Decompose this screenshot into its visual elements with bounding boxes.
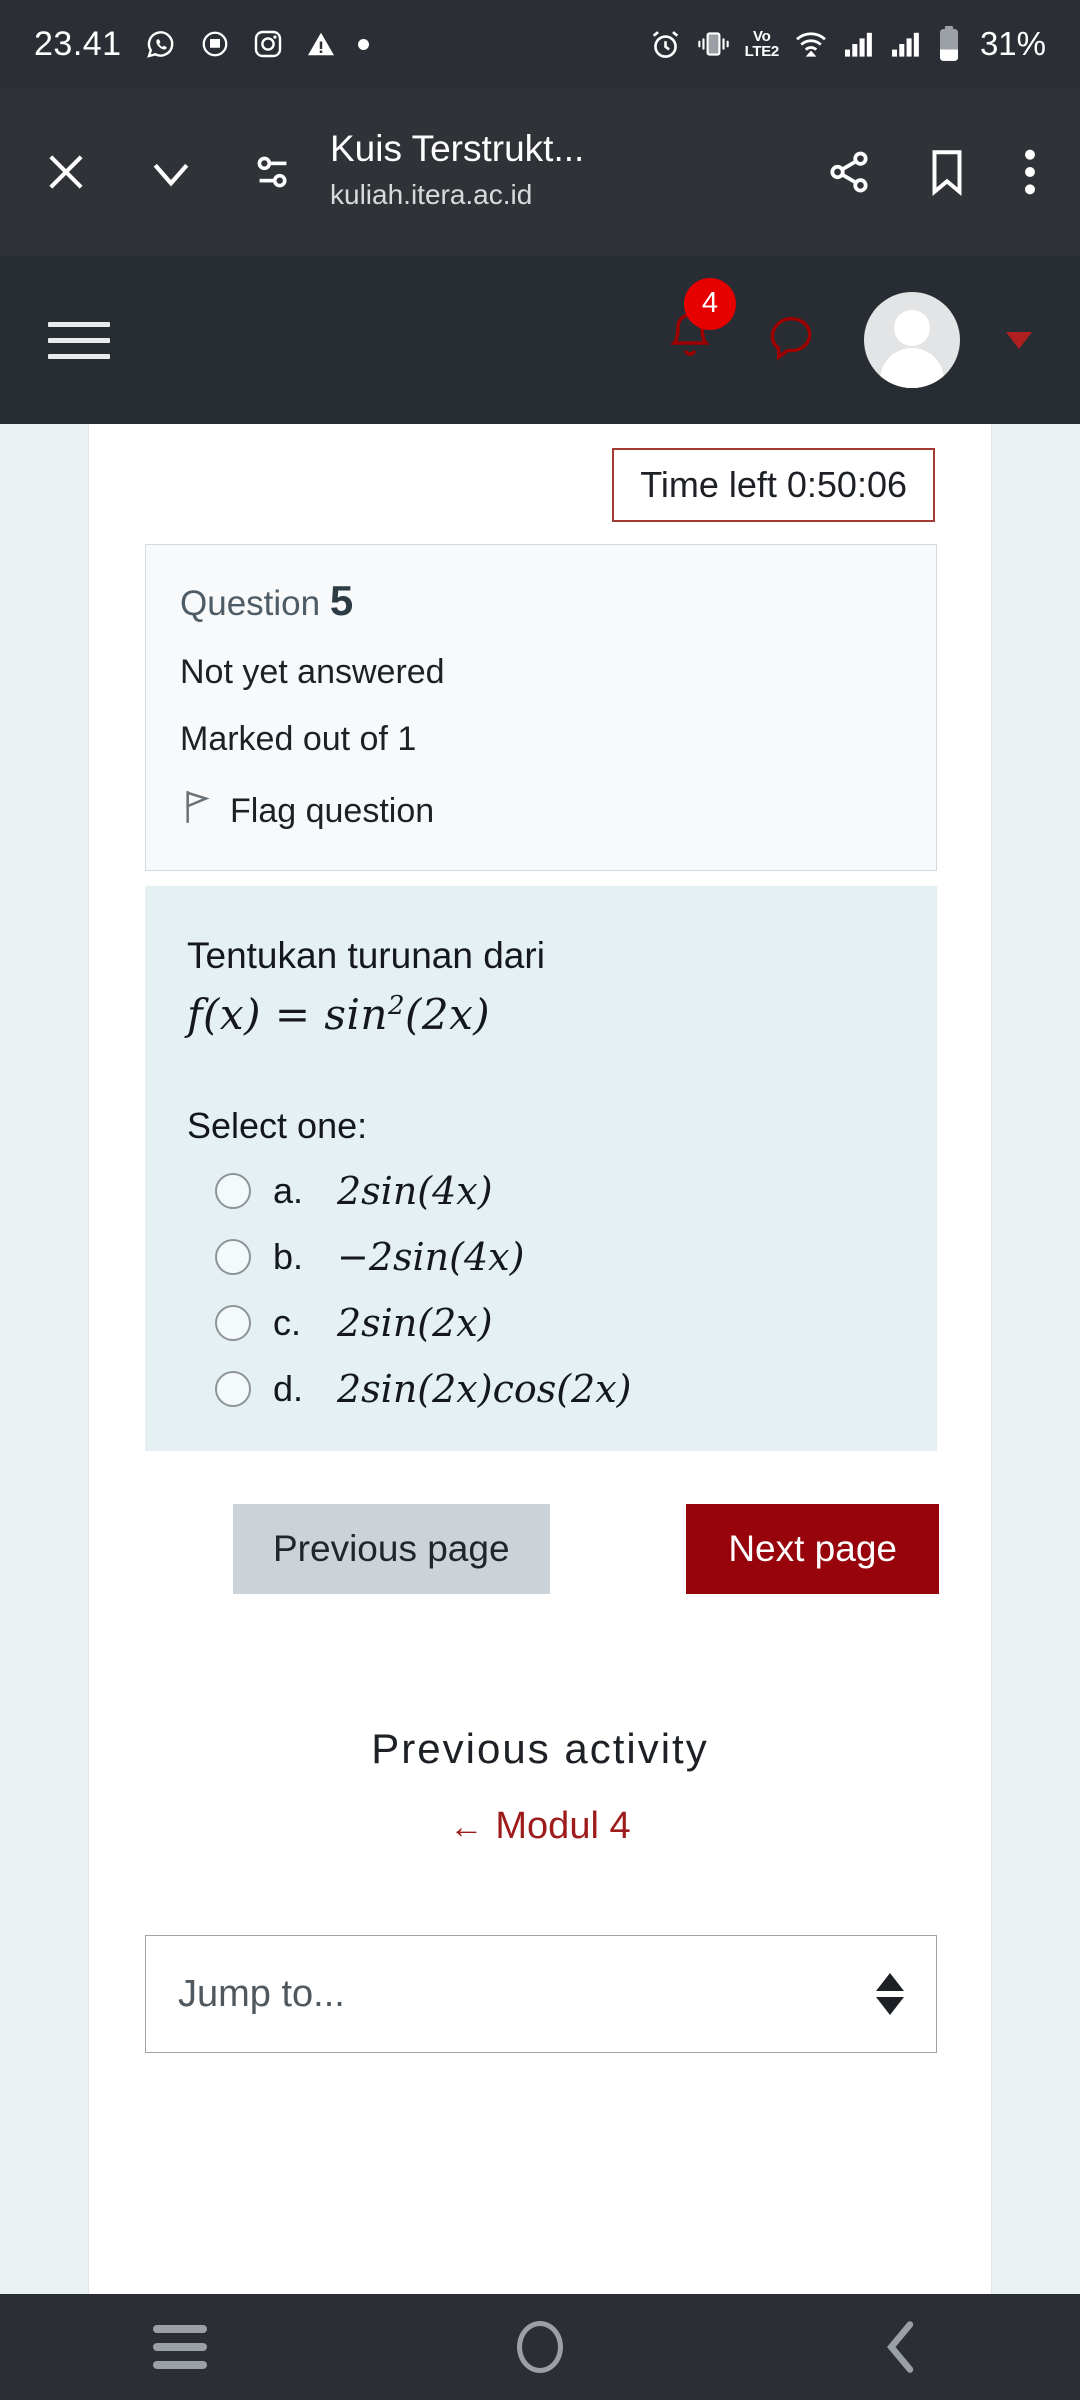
select-arrows-icon [876,1973,904,2015]
bell-icon[interactable]: 4 [662,277,736,373]
status-bar-right: Vo LTE2 31% [649,25,1046,63]
bookmark-icon[interactable] [924,147,970,197]
previous-activity-link[interactable]: ← Modul 4 [89,1805,991,1848]
quiz-navigation-buttons: Previous page Next page [145,1504,939,1624]
page-title: Kuis Terstrukt... [330,127,585,169]
question-body: Tentukan turunan dari f(x) = sin2(2x) Se… [145,886,937,1452]
answer-letter-a: a. [273,1170,304,1212]
battery-icon [937,26,961,62]
dot-icon [357,38,369,50]
battery-percentage: 31% [979,25,1046,62]
answer-letter-b: b. [273,1236,304,1278]
back-chevron-icon[interactable] [720,2317,1080,2377]
radio-d[interactable] [215,1371,251,1408]
page-content: Time left 0:50:06 Question 5 Not yet ans… [0,424,1080,2294]
signal-icon-2 [890,30,922,58]
phone-screen: 23.41 Vo LTE2 31% Kuis Terstrukt... kuli… [0,0,1080,2400]
question-number: 5 [329,577,354,624]
answer-option-d[interactable]: d. 2sin(2x)cos(2x) [187,1367,895,1411]
answer-option-a[interactable]: a. 2sin(4x) [187,1169,895,1213]
browser-custom-tab-bar: Kuis Terstrukt... kuliah.itera.ac.id [0,88,1080,256]
question-number-line: Question 5 [180,577,902,625]
status-bar-clock: 23.41 [34,24,122,63]
formula-prefix: f(x) = sin [187,990,388,1040]
notification-badge: 4 [684,277,736,330]
flag-question-button[interactable]: Flag question [180,787,902,836]
volte-icon: Vo LTE2 [744,28,780,60]
download-icon [200,29,230,59]
answer-option-c[interactable]: c. 2sin(2x) [187,1301,895,1345]
formula-suffix: (2x) [405,990,491,1040]
previous-activity-link-label: Modul 4 [495,1805,631,1847]
recents-icon[interactable] [0,2325,360,2369]
radio-c[interactable] [215,1305,251,1342]
hamburger-menu-icon[interactable] [48,321,110,359]
chevron-down-icon[interactable] [144,145,198,199]
answer-text-a: 2sin(4x) [337,1169,493,1214]
radio-a[interactable] [215,1173,251,1210]
share-icon[interactable] [824,147,874,197]
user-avatar[interactable] [864,292,960,388]
instagram-icon [252,28,284,60]
close-icon[interactable] [40,146,92,198]
answer-state: Not yet answered [180,653,445,691]
answer-options: a. 2sin(4x) b. −2sin(4x) c. 2sin(2x) d. … [187,1169,895,1411]
question-text: Tentukan turunan dari [187,935,545,976]
more-vertical-icon[interactable] [1020,146,1040,198]
whatsapp-icon [144,27,178,61]
moodle-navbar: 4 [0,256,1080,424]
android-status-bar: 23.41 Vo LTE2 31% [0,0,1080,88]
select-one-label: Select one: [187,1105,368,1147]
caret-down-icon[interactable] [1006,331,1032,349]
formula-exponent: 2 [387,991,405,1022]
answer-option-b[interactable]: b. −2sin(4x) [187,1235,895,1279]
status-bar-left: 23.41 [34,25,369,64]
answer-text-c: 2sin(2x) [337,1301,493,1346]
signal-icon-1 [843,30,875,58]
previous-page-button[interactable]: Previous page [233,1504,550,1594]
alarm-icon [649,28,682,61]
question-info-box: Question 5 Not yet answered Marked out o… [145,544,937,871]
left-arrow-icon: ← [449,1808,484,1846]
page-settings-icon[interactable] [250,149,296,195]
warning-icon [306,29,336,59]
question-label: Question [180,584,321,623]
page-url: kuliah.itera.ac.id [330,179,533,211]
flag-icon [180,787,212,836]
answer-text-d: 2sin(2x)cos(2x) [337,1367,632,1412]
answer-letter-c: c. [273,1302,302,1344]
wifi-icon [794,30,828,58]
flag-question-label: Flag question [230,792,435,830]
next-page-button[interactable]: Next page [686,1504,939,1594]
jump-to-placeholder: Jump to... [178,1972,345,2015]
answer-text-b: −2sin(4x) [337,1235,525,1280]
message-bubble-icon[interactable] [764,311,818,370]
vibrate-icon [697,30,730,58]
activity-footer: Previous activity ← Modul 4 Jump to... [88,1669,992,2294]
jump-to-select[interactable]: Jump to... [145,1935,937,2053]
quiz-timer: Time left 0:50:06 [612,448,935,522]
marked-out-of: Marked out of 1 [180,720,417,758]
moodle-navbar-right: 4 [662,277,1032,388]
answer-letter-d: d. [273,1368,304,1410]
question-formula: f(x) = sin2(2x) [187,990,895,1039]
android-nav-bar [0,2294,1080,2400]
radio-b[interactable] [215,1239,251,1276]
previous-activity-heading: Previous activity [371,1725,709,1772]
browser-title-block: Kuis Terstrukt... kuliah.itera.ac.id [330,128,584,217]
home-circle-icon[interactable] [360,2321,720,2373]
